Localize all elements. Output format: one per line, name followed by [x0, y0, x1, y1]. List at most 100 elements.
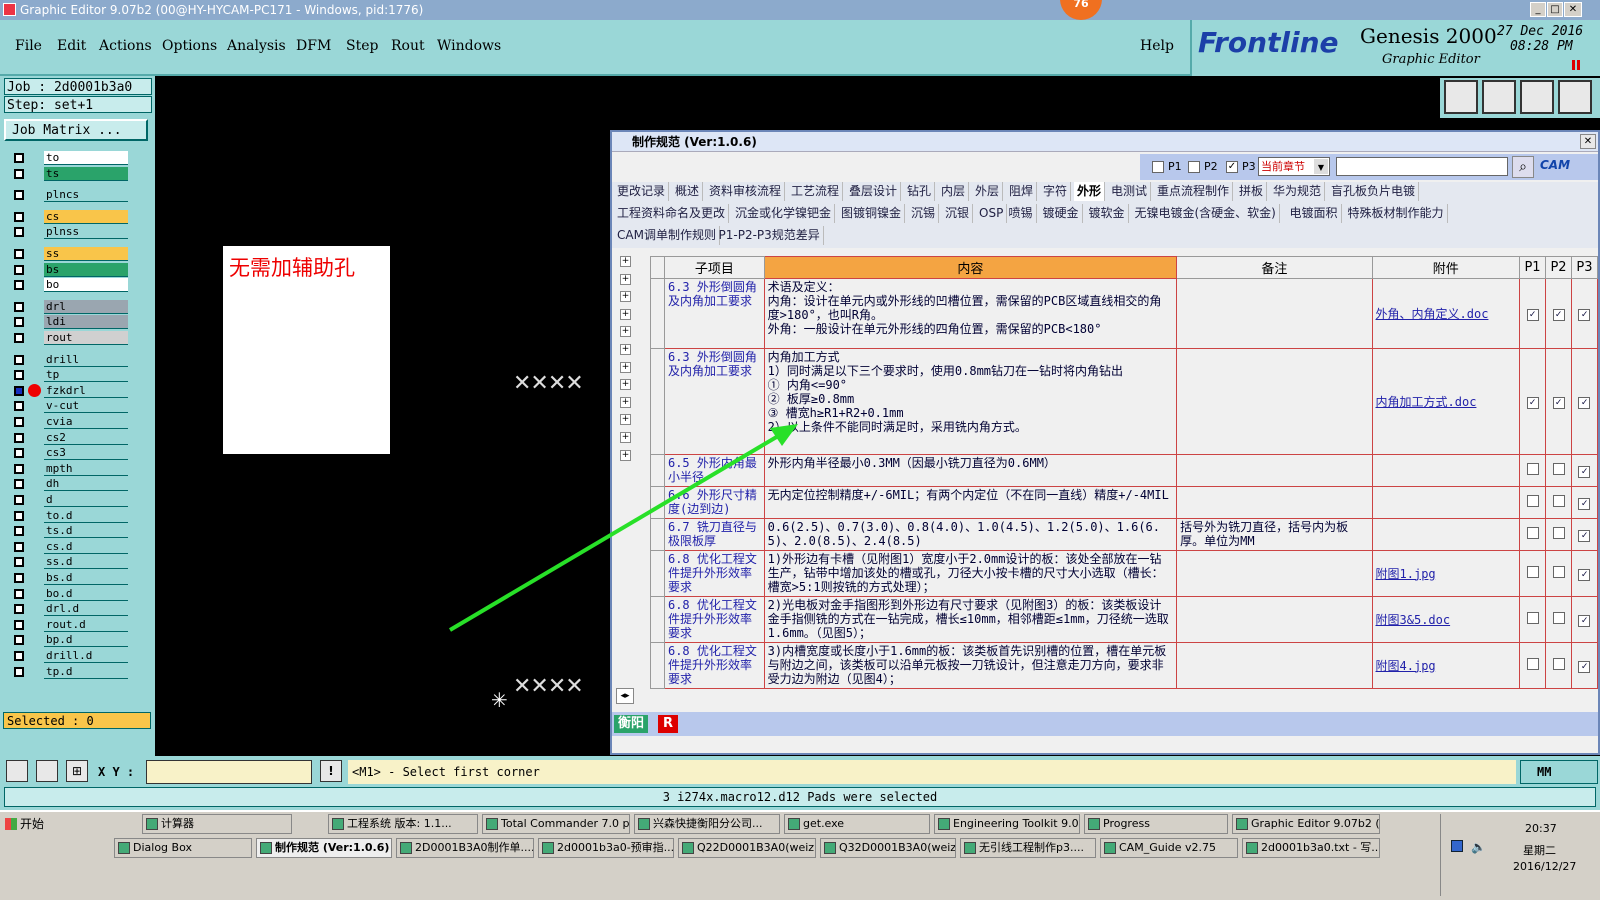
import-icon[interactable] [1482, 80, 1516, 114]
maximize-button[interactable]: □ [1547, 2, 1563, 17]
layer-checkbox[interactable] [14, 417, 24, 427]
taskbar-button[interactable]: 制作规范 (Ver:1.0.6) [256, 838, 392, 858]
tab-1-3[interactable]: 沉锡 [908, 204, 940, 223]
layer-checkbox[interactable] [14, 588, 24, 599]
p2-checkbox[interactable] [1188, 161, 1200, 173]
tab-1-2[interactable]: 图镀铜镍金 [838, 204, 906, 223]
layer-row[interactable]: plnss [10, 225, 128, 240]
layer-checkbox[interactable] [14, 211, 24, 222]
p2-row-checkbox[interactable] [1552, 658, 1565, 670]
layer-row[interactable]: dh [10, 477, 128, 492]
p1-checkbox[interactable] [1152, 161, 1164, 173]
layer-checkbox[interactable] [14, 333, 24, 343]
p3-checkbox[interactable]: ✓ [1226, 161, 1238, 173]
tab-0-8[interactable]: 阻焊 [1006, 182, 1038, 201]
row-scroll-handle[interactable]: ◂▸ [616, 688, 634, 704]
layer-checkbox[interactable] [14, 666, 24, 677]
layer-checkbox[interactable] [14, 354, 24, 365]
layer-checkbox[interactable] [14, 317, 24, 328]
measure-tool-icon[interactable] [36, 760, 58, 782]
expand-toggle-icon[interactable]: + [620, 256, 631, 267]
taskbar-button[interactable]: 无引线工程制作p3.... [960, 838, 1096, 858]
search-icon[interactable]: ⌕ [1512, 156, 1534, 178]
layer-row[interactable]: cs.d [10, 539, 128, 554]
tab-0-2[interactable]: 资料审核流程 [706, 182, 786, 201]
layer-row[interactable]: drl [10, 299, 128, 314]
layer-row[interactable]: tp.d [10, 664, 128, 679]
start-button[interactable]: 开始 [2, 814, 52, 834]
taskbar-button[interactable]: get.exe [784, 814, 930, 834]
taskbar-button[interactable]: Total Commander 7.0 p... [482, 814, 630, 834]
layer-checkbox[interactable] [14, 604, 24, 615]
menu-rout[interactable]: Rout [391, 38, 425, 54]
network-icon[interactable] [1451, 840, 1463, 852]
tab-1-5[interactable]: OSP [976, 204, 1008, 223]
tab-0-9[interactable]: 字符 [1040, 182, 1072, 201]
minimize-button[interactable]: _ [1530, 2, 1546, 17]
tab-1-1[interactable]: 沉金或化学镍钯金 [732, 204, 836, 223]
taskbar-button[interactable]: Progress [1084, 814, 1228, 834]
unit-selector[interactable]: MM [1520, 760, 1598, 784]
table-row[interactable]: 6.8 优化工程文件提升外形效率要求 3)内槽宽度或长度小于1.6mm的板：该类板… [650, 642, 1599, 689]
layer-row[interactable]: bo [10, 278, 128, 293]
p1-row-checkbox[interactable]: ✓ [1526, 309, 1539, 321]
tab-1-4[interactable]: 沉银 [942, 204, 974, 223]
p1-row-checkbox[interactable] [1526, 463, 1539, 475]
tab-1-0[interactable]: 工程资料命名及更改 [614, 204, 730, 223]
tab-1-10[interactable]: 电镀面积 [1287, 204, 1342, 223]
layer-checkbox[interactable] [14, 448, 24, 459]
taskbar-button[interactable]: Graphic Editor 9.07b2 (... [1232, 814, 1380, 834]
p1-row-checkbox[interactable] [1526, 527, 1539, 539]
layer-row[interactable]: to [10, 151, 128, 165]
layer-row[interactable]: ts [10, 166, 128, 181]
layer-checkbox[interactable] [14, 510, 24, 521]
p2-row-checkbox[interactable] [1552, 463, 1565, 475]
layer-row[interactable]: to.d [10, 508, 128, 523]
layer-checkbox[interactable] [14, 495, 24, 505]
menu-dfm[interactable]: DFM [296, 38, 331, 54]
menu-options[interactable]: Options [162, 38, 217, 54]
tab-0-12[interactable]: 重点流程制作 [1154, 182, 1234, 201]
warning-icon[interactable]: ! [320, 760, 342, 782]
layer-row[interactable]: drl.d [10, 602, 128, 617]
cell-attachment[interactable] [1371, 454, 1521, 487]
tab-2-0[interactable]: CAM调单制作规则 [614, 226, 720, 245]
layer-row[interactable]: cs [10, 209, 128, 224]
layer-row[interactable]: ss.d [10, 555, 128, 570]
home-icon[interactable] [1520, 80, 1554, 114]
close-button[interactable]: ✕ [1564, 2, 1582, 17]
expand-toggle-icon[interactable]: + [620, 343, 631, 355]
layer-row[interactable]: fzkdrl [10, 383, 128, 398]
expand-toggle-icon[interactable]: + [620, 308, 631, 320]
tab-0-11[interactable]: 电测试 [1108, 182, 1152, 201]
tab-0-1[interactable]: 概述 [672, 182, 704, 201]
taskbar-button[interactable]: Dialog Box [114, 838, 252, 858]
layout-icon[interactable] [1558, 80, 1592, 114]
cell-attachment[interactable]: 内角加工方式.doc [1371, 348, 1521, 455]
p3-row-checkbox[interactable]: ✓ [1578, 530, 1591, 542]
layer-row[interactable]: bs [10, 262, 128, 277]
tab-0-7[interactable]: 外层 [972, 182, 1004, 201]
tab-0-6[interactable]: 内层 [938, 182, 970, 201]
layer-checkbox[interactable] [14, 370, 24, 381]
layer-checkbox[interactable] [14, 249, 24, 259]
tab-0-5[interactable]: 钻孔 [904, 182, 936, 201]
layer-row[interactable]: ts.d [10, 524, 128, 539]
p1-row-checkbox[interactable] [1526, 566, 1539, 578]
layer-row[interactable]: d [10, 493, 128, 507]
layer-row[interactable]: tp [10, 368, 128, 383]
p2-row-checkbox[interactable]: ✓ [1552, 397, 1565, 409]
layer-checkbox[interactable] [14, 401, 24, 412]
p3-row-checkbox[interactable]: ✓ [1578, 615, 1591, 627]
layer-row[interactable]: drill [10, 352, 128, 367]
p2-row-checkbox[interactable] [1552, 612, 1565, 624]
layer-checkbox[interactable] [14, 635, 24, 646]
cell-attachment[interactable] [1371, 486, 1521, 519]
xy-input[interactable] [146, 760, 312, 784]
taskbar-button[interactable]: CAM_Guide v2.75 [1100, 838, 1238, 858]
cell-attachment[interactable] [1371, 518, 1521, 551]
tab-0-0[interactable]: 更改记录 [614, 182, 670, 201]
layer-checkbox[interactable] [14, 432, 24, 443]
layer-checkbox[interactable] [14, 301, 24, 312]
taskbar-button[interactable]: Engineering Toolkit 9.0... [934, 814, 1080, 834]
